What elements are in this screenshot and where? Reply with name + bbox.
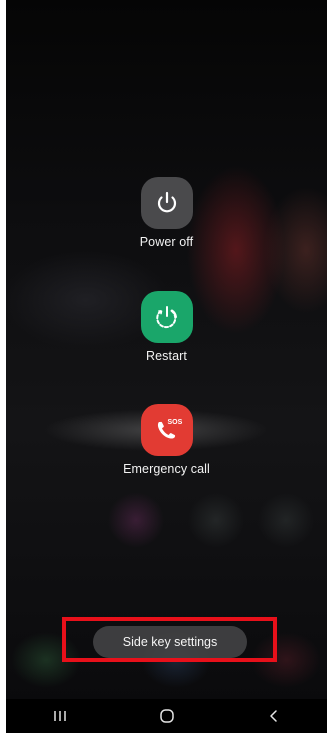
home-icon: [159, 709, 174, 723]
restart-icon: [155, 306, 177, 329]
power-off-action[interactable]: Power off: [6, 177, 327, 249]
screen-edge-right: [327, 0, 331, 733]
restart-label: Restart: [146, 349, 187, 363]
restart-button[interactable]: [140, 291, 193, 343]
back-button[interactable]: [254, 701, 294, 731]
sos-badge: SOS: [167, 419, 182, 426]
emergency-call-label: Emergency call: [123, 462, 210, 476]
home-button[interactable]: [147, 701, 187, 731]
power-off-label: Power off: [139, 235, 194, 249]
recents-icon: [53, 711, 66, 721]
emergency-call-action[interactable]: SOS Emergency call: [6, 404, 327, 476]
power-icon: [157, 191, 176, 213]
sos-phone-icon: SOS: [157, 419, 182, 439]
restart-action[interactable]: Restart: [6, 291, 327, 363]
recents-button[interactable]: [40, 701, 80, 731]
back-icon: [269, 710, 277, 722]
emergency-call-button[interactable]: SOS: [140, 404, 193, 456]
power-off-button[interactable]: [140, 177, 193, 229]
power-menu-screen: Power off Restart SOS Emergency call Sid…: [0, 0, 331, 733]
navigation-bar: [6, 699, 327, 733]
side-key-settings-button[interactable]: Side key settings: [93, 626, 247, 658]
